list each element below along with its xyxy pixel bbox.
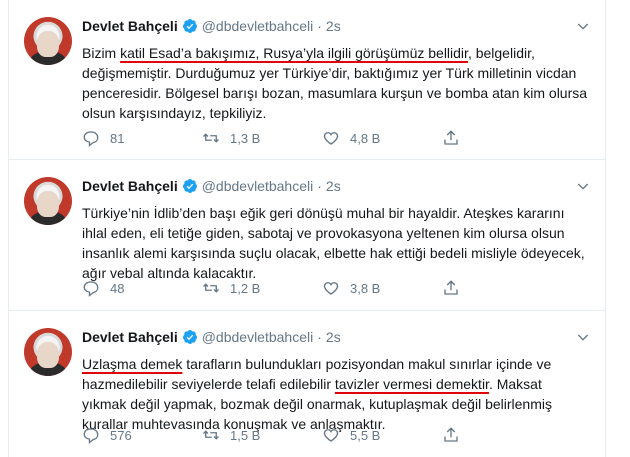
timestamp[interactable]: 2s bbox=[326, 178, 341, 194]
avatar[interactable] bbox=[24, 17, 72, 65]
timeline-feed: Devlet Bahçeli @dbdevletbahceli · 2s Biz… bbox=[8, 0, 606, 457]
share-button[interactable] bbox=[442, 129, 562, 147]
retweet-button[interactable]: 1,2 B bbox=[202, 279, 322, 297]
avatar[interactable] bbox=[24, 328, 72, 376]
tweet-actions: 81 1,3 B 4,8 B bbox=[82, 129, 562, 147]
tweet-actions: 48 1,2 B 3,8 B bbox=[82, 279, 562, 297]
tweet-text: Bizim katil Esad’a bakışımız, Rusya’yla … bbox=[82, 45, 588, 121]
heart-icon bbox=[323, 282, 339, 295]
highlighted-phrase: Uzlaşma demek bbox=[82, 356, 183, 372]
reply-icon bbox=[83, 428, 99, 444]
author-name[interactable]: Devlet Bahçeli bbox=[82, 329, 178, 345]
reply-count: 576 bbox=[110, 427, 132, 443]
tweet-header: Devlet Bahçeli @dbdevletbahceli · 2s bbox=[82, 18, 341, 34]
author-name[interactable]: Devlet Bahçeli bbox=[82, 178, 178, 194]
share-icon bbox=[444, 280, 458, 295]
reply-button[interactable]: 81 bbox=[82, 129, 202, 147]
tweet[interactable]: Devlet Bahçeli @dbdevletbahceli · 2s Uzl… bbox=[9, 311, 605, 457]
timestamp[interactable]: 2s bbox=[326, 18, 341, 34]
retweet-count: 1,5 B bbox=[230, 427, 261, 443]
heart-icon bbox=[323, 429, 339, 442]
chevron-down-icon[interactable] bbox=[575, 178, 591, 194]
like-button[interactable]: 5,5 B bbox=[322, 426, 442, 444]
highlighted-phrase: tavizler vermesi demektir bbox=[334, 376, 489, 392]
like-count: 3,8 B bbox=[350, 280, 381, 296]
verified-badge-icon bbox=[182, 330, 197, 344]
reply-icon bbox=[83, 131, 99, 147]
like-count: 4,8 B bbox=[350, 130, 381, 146]
separator-dot: · bbox=[317, 329, 322, 345]
reply-count: 81 bbox=[110, 130, 125, 146]
retweet-icon bbox=[203, 283, 219, 293]
author-handle[interactable]: @dbdevletbahceli bbox=[202, 178, 314, 194]
like-button[interactable]: 4,8 B bbox=[322, 129, 442, 147]
reply-button[interactable]: 576 bbox=[82, 426, 202, 444]
retweet-count: 1,3 B bbox=[230, 130, 261, 146]
share-button[interactable] bbox=[442, 426, 562, 444]
tweet[interactable]: Devlet Bahçeli @dbdevletbahceli · 2s Tür… bbox=[9, 160, 605, 311]
retweet-icon bbox=[203, 133, 219, 143]
tweet-text: Uzlaşma demek tarafların bulundukları po… bbox=[82, 356, 552, 432]
tweet-header: Devlet Bahçeli @dbdevletbahceli · 2s bbox=[82, 178, 341, 194]
retweet-icon bbox=[203, 430, 219, 440]
chevron-down-icon[interactable] bbox=[575, 18, 591, 34]
retweet-button[interactable]: 1,3 B bbox=[202, 129, 322, 147]
timestamp[interactable]: 2s bbox=[326, 329, 341, 345]
share-button[interactable] bbox=[442, 279, 562, 297]
like-button[interactable]: 3,8 B bbox=[322, 279, 442, 297]
reply-button[interactable]: 48 bbox=[82, 279, 202, 297]
heart-icon bbox=[323, 132, 339, 145]
tweet[interactable]: Devlet Bahçeli @dbdevletbahceli · 2s Biz… bbox=[9, 0, 605, 160]
author-handle[interactable]: @dbdevletbahceli bbox=[202, 329, 314, 345]
author-name[interactable]: Devlet Bahçeli bbox=[82, 18, 178, 34]
tweet-header: Devlet Bahçeli @dbdevletbahceli · 2s bbox=[82, 329, 341, 345]
avatar[interactable] bbox=[24, 177, 72, 225]
reply-count: 48 bbox=[110, 280, 125, 296]
highlighted-phrase: katil Esad’a bakışımız, Rusya’yla ilgili… bbox=[120, 45, 468, 61]
retweet-count: 1,2 B bbox=[230, 280, 261, 296]
retweet-button[interactable]: 1,5 B bbox=[202, 426, 322, 444]
share-icon bbox=[444, 427, 458, 442]
share-icon bbox=[444, 130, 458, 145]
chevron-down-icon[interactable] bbox=[575, 329, 591, 345]
separator-dot: · bbox=[317, 18, 322, 34]
verified-badge-icon bbox=[182, 19, 197, 33]
reply-icon bbox=[83, 281, 99, 297]
separator-dot: · bbox=[317, 178, 322, 194]
verified-badge-icon bbox=[182, 179, 197, 193]
like-count: 5,5 B bbox=[350, 427, 381, 443]
tweet-actions: 576 1,5 B 5,5 B bbox=[82, 426, 562, 444]
tweet-text: Türkiye’nin İdlib’den başı eğik geri dön… bbox=[82, 205, 585, 281]
author-handle[interactable]: @dbdevletbahceli bbox=[202, 18, 314, 34]
